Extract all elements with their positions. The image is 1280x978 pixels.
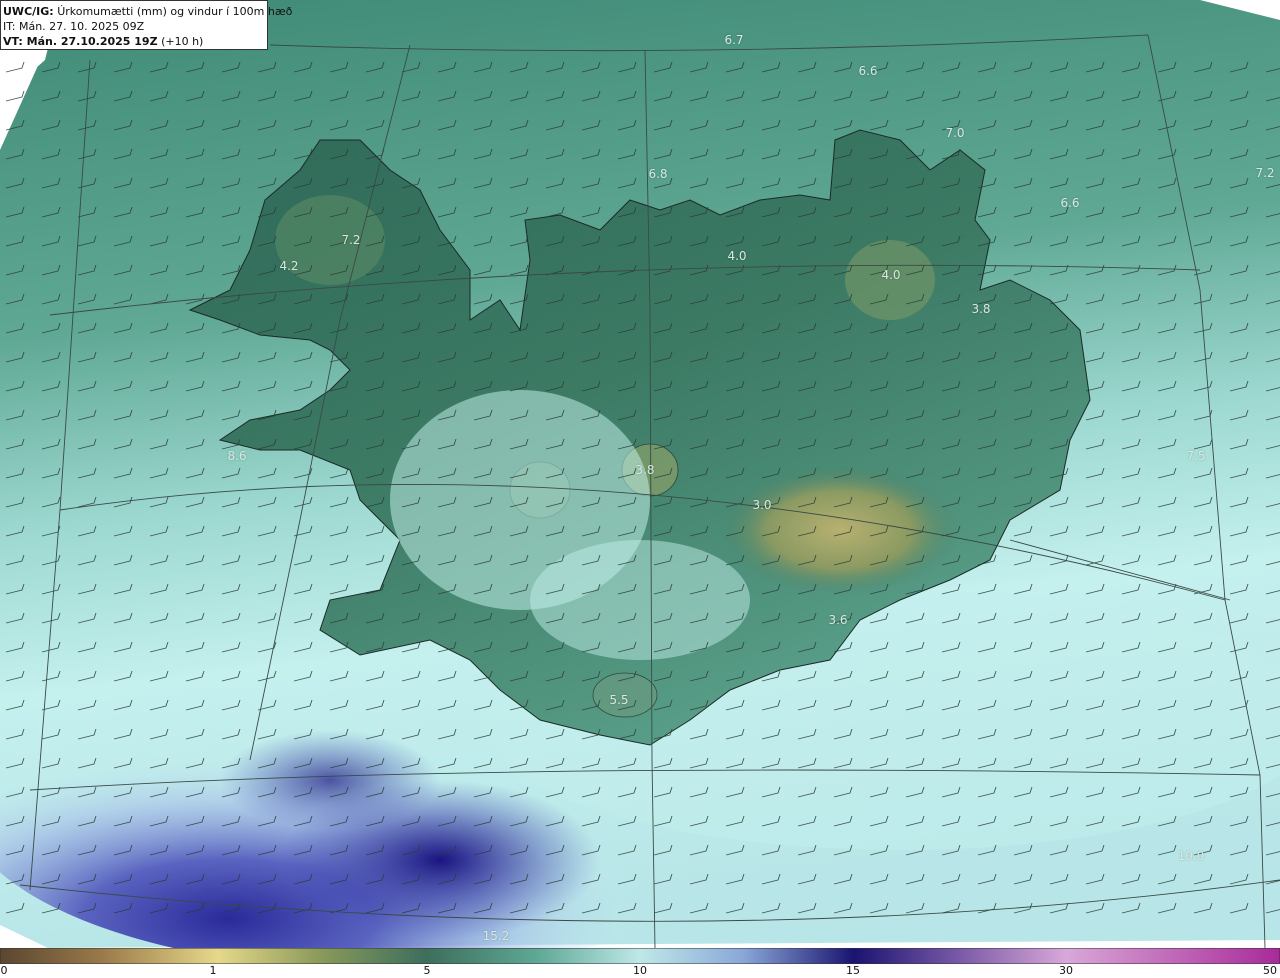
model-name: UWC/IG: xyxy=(3,5,54,18)
value-label: 7.2 xyxy=(341,233,361,247)
value-label: 7.5 xyxy=(1186,449,1206,463)
valid-time: VT: Mán. 27.10.2025 19Z xyxy=(3,35,158,48)
value-label: 8.6 xyxy=(227,449,247,463)
colorbar-tick: 15 xyxy=(846,964,860,977)
colorbar xyxy=(0,947,1280,965)
value-label: 15.2 xyxy=(482,929,510,943)
value-label: 5.5 xyxy=(609,693,629,707)
value-label: 10.0 xyxy=(1177,849,1205,863)
lead-time: (+10 h) xyxy=(161,35,204,48)
colorbar-tick: 1 xyxy=(209,964,217,977)
title-line: UWC/IG: Úrkomumætti (mm) og vindur í 100… xyxy=(3,4,292,19)
colorbar-gradient xyxy=(0,947,1280,965)
value-label: 3.8 xyxy=(635,463,655,477)
map-area: 6.7 6.6 7.0 7.2 6.8 6.6 7.2 4.2 4.0 4.0 … xyxy=(0,0,1280,948)
colorbar-tick: 0 xyxy=(0,964,8,977)
colorbar-tick: 50 xyxy=(1263,964,1277,977)
wind-barb-field xyxy=(0,60,1280,930)
init-time: IT: Mán. 27. 10. 2025 09Z xyxy=(3,20,145,33)
colorbar-tick: 10 xyxy=(633,964,647,977)
value-label: 3.6 xyxy=(828,613,848,627)
colorbar-ticks: 0 1 5 10 15 30 50 xyxy=(0,964,1280,978)
value-label: 6.7 xyxy=(724,33,744,47)
value-label: 4.2 xyxy=(279,259,299,273)
value-label: 6.6 xyxy=(1060,196,1080,210)
colorbar-tick: 5 xyxy=(423,964,431,977)
value-label: 7.0 xyxy=(945,126,965,140)
value-label: 6.8 xyxy=(648,167,668,181)
value-label: 7.2 xyxy=(1255,166,1275,180)
value-label: 3.0 xyxy=(752,498,772,512)
value-label: 6.6 xyxy=(858,64,878,78)
value-label: 3.8 xyxy=(971,302,991,316)
value-label: 4.0 xyxy=(727,249,747,263)
map-info-box: UWC/IG: Úrkomumætti (mm) og vindur í 100… xyxy=(0,0,292,50)
colorbar-tick: 30 xyxy=(1059,964,1073,977)
valid-time-line: VT: Mán. 27.10.2025 19Z (+10 h) xyxy=(3,34,265,49)
map-title: Úrkomumætti (mm) og vindur í 100m hæð xyxy=(57,5,293,18)
value-label: 4.0 xyxy=(881,268,901,282)
